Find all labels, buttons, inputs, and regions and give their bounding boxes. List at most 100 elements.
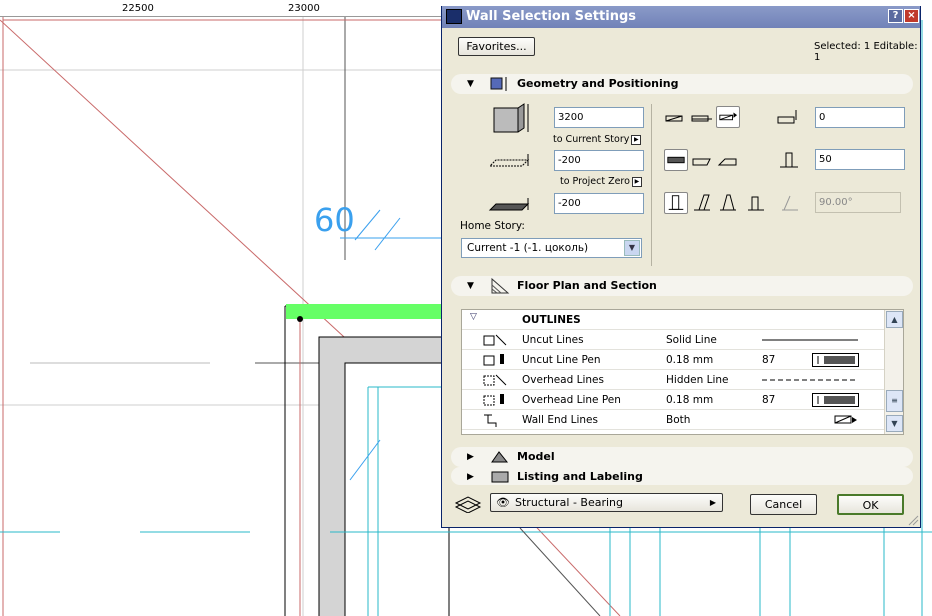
listing-section-title: Listing and Labeling [517, 470, 643, 483]
favorites-button[interactable]: Favorites... [458, 37, 535, 56]
ref-line-center-icon[interactable] [690, 108, 714, 130]
geometry-section-header[interactable]: ▼ Geometry and Positioning [451, 74, 913, 94]
ref-line-inside-icon[interactable] [716, 106, 740, 128]
layer-value: Structural - Bearing [515, 496, 623, 509]
row-name: Uncut Line Pen [522, 354, 601, 366]
pen-swatch[interactable] [812, 353, 859, 367]
to-current-story-link[interactable]: to Current Story ▶ [553, 134, 642, 145]
row-name: Overhead Lines [522, 374, 604, 386]
app-icon [446, 9, 462, 24]
profile-double-slanted-icon[interactable] [716, 192, 740, 214]
wall-end-lines-icon [484, 414, 497, 427]
ref-line-outside-icon[interactable] [664, 108, 688, 130]
uncut-lines-icon [483, 334, 507, 346]
ruler-label: 23000 [288, 3, 320, 14]
pen-number: 87 [762, 394, 776, 406]
group-label: OUTLINES [522, 314, 581, 326]
collapse-triangle-icon[interactable]: ▼ [467, 79, 474, 89]
angle-input: 90.00° [815, 192, 901, 213]
bottom-offset-input[interactable]: -200 [554, 150, 644, 171]
dimension-label: 60 [314, 201, 355, 239]
resize-grip-icon[interactable] [907, 514, 919, 526]
table-row[interactable]: Uncut Line Pen 0.18 mm 87 [462, 350, 885, 370]
row-name: Overhead Line Pen [522, 394, 621, 406]
floor-plan-section-title: Floor Plan and Section [517, 279, 657, 292]
vertical-scrollbar[interactable]: ▲ ≡ ▼ [884, 310, 903, 434]
model-section-header[interactable]: ▶ Model [451, 447, 913, 467]
overhead-pen-icon [483, 394, 504, 406]
selection-info: Selected: 1 Editable: 1 [814, 41, 918, 63]
thickness-input[interactable]: 50 [815, 149, 905, 170]
collapse-triangle-icon[interactable]: ▽ [470, 312, 498, 326]
wall-trapezoid-icon[interactable] [690, 151, 714, 173]
dialog-title: Wall Selection Settings [466, 9, 636, 24]
expand-triangle-icon[interactable]: ▶ [467, 472, 474, 482]
scroll-up-icon[interactable]: ▲ [886, 311, 903, 328]
row-value: Hidden Line [666, 374, 729, 386]
layers-icon [454, 496, 482, 513]
wall-selection-settings-dialog: Wall Selection Settings ? × Favorites...… [441, 6, 921, 528]
chevron-right-icon: ▶ [709, 498, 716, 507]
profile-straight-icon[interactable] [664, 192, 688, 214]
play-arrow-icon[interactable]: ▶ [631, 176, 642, 187]
ruler-label: 22500 [122, 3, 154, 14]
dialog-title-bar[interactable]: Wall Selection Settings ? × [442, 6, 920, 28]
row-value: 0.18 mm [666, 394, 714, 406]
collapse-triangle-icon[interactable]: ▼ [467, 281, 474, 291]
wall-polygonal-icon[interactable] [716, 151, 740, 173]
pen-swatch[interactable] [812, 393, 859, 407]
row-name: Uncut Lines [522, 334, 584, 346]
help-button[interactable]: ? [888, 9, 903, 23]
uncut-pen-icon [483, 354, 504, 366]
wall-height-icon [493, 103, 529, 133]
to-project-zero-label: to Project Zero [560, 176, 630, 187]
home-story-select[interactable]: Current -1 (-1. цоколь) ▼ [461, 238, 642, 258]
home-story-value: Current -1 (-1. цоколь) [467, 242, 589, 254]
scroll-thumb[interactable]: ≡ [886, 390, 903, 412]
profile-slanted-icon[interactable] [690, 192, 714, 214]
ok-button[interactable]: OK [837, 494, 904, 515]
listing-section-header[interactable]: ▶ Listing and Labeling [451, 467, 913, 485]
layer-select[interactable]: 👁 Structural - Bearing ▶ [490, 493, 723, 512]
outlines-table: ▽ OUTLINES Uncut Lines Solid Line Uncut … [461, 309, 904, 435]
group-row-outlines[interactable]: ▽ OUTLINES [462, 310, 885, 330]
eye-icon: 👁 [496, 496, 510, 509]
table-row[interactable]: Wall End Lines Both [462, 410, 885, 430]
floor-plan-icon [491, 277, 510, 294]
row-value: Both [666, 414, 691, 426]
listing-icon [491, 471, 509, 483]
wall-straight-icon[interactable] [664, 149, 688, 171]
profile-complex-icon[interactable] [744, 192, 768, 214]
project-zero-input[interactable]: -200 [554, 193, 644, 214]
table-row[interactable]: Overhead Lines Hidden Line [462, 370, 885, 390]
to-current-story-label: to Current Story [553, 134, 630, 145]
table-row[interactable]: Overhead Line Pen 0.18 mm 87 [462, 390, 885, 410]
row-value: 0.18 mm [666, 354, 714, 366]
ref-offset-icon [777, 110, 797, 124]
home-story-label: Home Story: [460, 220, 525, 232]
wall-end-icon[interactable] [834, 414, 858, 426]
close-button[interactable]: × [904, 9, 919, 23]
angle-icon [782, 195, 798, 211]
floor-plan-section-header[interactable]: ▼ Floor Plan and Section [451, 276, 913, 296]
model-icon [491, 451, 509, 463]
wall-height-input[interactable]: 3200 [554, 107, 644, 128]
thickness-icon [780, 152, 798, 168]
to-project-zero-link[interactable]: to Project Zero ▶ [560, 176, 642, 187]
project-zero-icon [488, 198, 530, 211]
row-name: Wall End Lines [522, 414, 598, 426]
horizontal-ruler: 22500 23000 [0, 0, 445, 17]
table-row[interactable]: Uncut Lines Solid Line [462, 330, 885, 350]
scroll-down-icon[interactable]: ▼ [886, 415, 903, 432]
ref-offset-input[interactable]: 0 [815, 107, 905, 128]
overhead-lines-icon [483, 374, 507, 386]
solid-line-preview [762, 339, 858, 341]
chevron-down-icon[interactable]: ▼ [624, 240, 640, 256]
play-arrow-icon[interactable]: ▶ [631, 134, 642, 145]
row-value: Solid Line [666, 334, 717, 346]
pen-number: 87 [762, 354, 776, 366]
cancel-button[interactable]: Cancel [750, 494, 817, 515]
bottom-offset-icon [488, 154, 530, 167]
column-separator [651, 104, 652, 266]
expand-triangle-icon[interactable]: ▶ [467, 452, 474, 462]
